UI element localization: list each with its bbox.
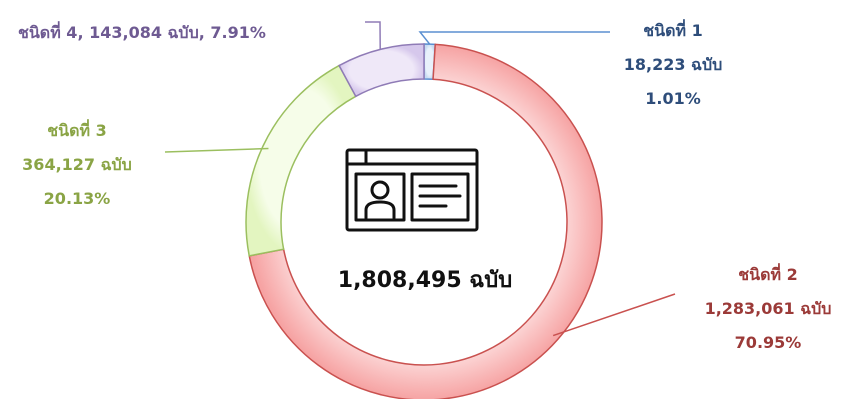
slice-name: ชนิดที่ 3 [47, 121, 107, 140]
slice-count: 18,223 ฉบับ [623, 55, 723, 74]
total-label: 1,808,495 ฉบับ [337, 268, 513, 293]
leader-line-4 [365, 21, 381, 50]
slice-label-type1: ชนิดที่ 1 18,223 ฉบับ 1.01% [608, 18, 738, 112]
leader-line-1 [418, 31, 610, 45]
slice-label-type2: ชนิดที่ 2 1,283,061 ฉบับ 70.95% [698, 262, 838, 356]
slice-label-type4: ชนิดที่ 4, 143,084 ฉบับ, 7.91% [18, 20, 358, 46]
id-card-icon [345, 148, 479, 232]
slice-percent: 1.01% [645, 89, 701, 108]
slice-percent: 70.95% [734, 333, 802, 352]
donut-slice-3 [245, 64, 357, 257]
slice-name: ชนิดที่ 1 [643, 21, 703, 40]
leader-line-3 [164, 147, 269, 153]
slice-count: 1,283,061 ฉบับ [704, 299, 832, 318]
slice-count: 364,127 ฉบับ [22, 155, 132, 174]
slice-name: ชนิดที่ 2 [738, 265, 798, 284]
slice-percent: 20.13% [43, 189, 111, 208]
donut-slice-4 [338, 43, 425, 98]
slice-label-type3: ชนิดที่ 3 364,127 ฉบับ 20.13% [2, 118, 152, 212]
slice-inline-label: ชนิดที่ 4, 143,084 ฉบับ, 7.91% [18, 23, 266, 42]
